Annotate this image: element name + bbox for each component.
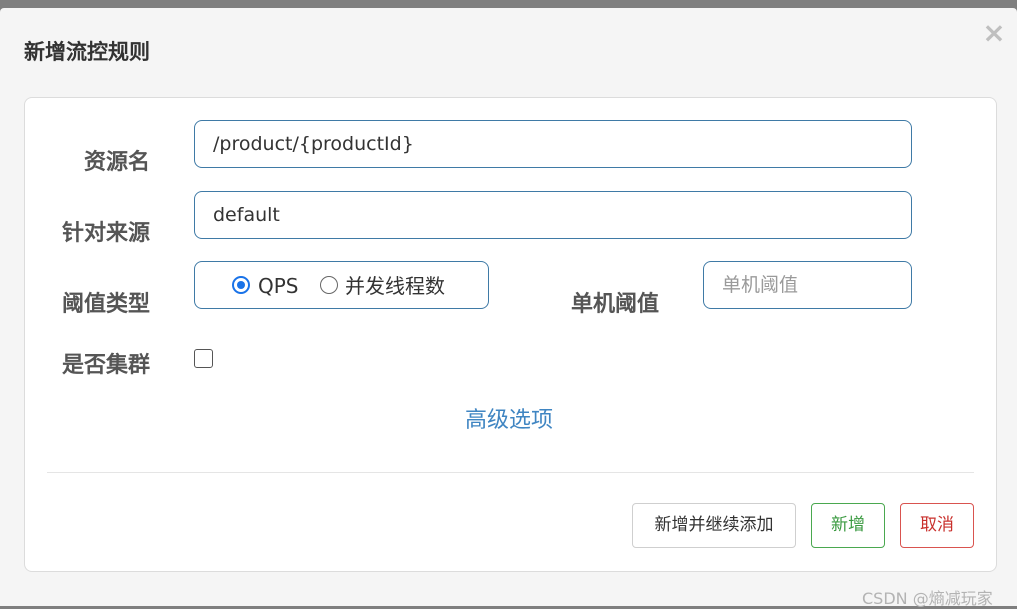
single-threshold-input[interactable] — [703, 261, 912, 309]
source-input[interactable] — [194, 191, 912, 239]
add-button[interactable]: 新增 — [811, 503, 885, 548]
form-panel: 资源名 针对来源 阈值类型 QPS 并发线程数 单机阈值 是否集群 高级选项 新… — [24, 97, 997, 572]
single-threshold-label: 单机阈值 — [570, 292, 659, 317]
radio-threads[interactable] — [320, 276, 338, 294]
dialog-title: 新增流控规则 — [24, 40, 150, 64]
watermark: CSDN @熵减玩家 — [862, 589, 993, 608]
advanced-options-link[interactable]: 高级选项 — [465, 402, 553, 434]
radio-qps-label[interactable]: QPS — [258, 275, 299, 297]
resource-name-label: 资源名 — [83, 150, 150, 175]
threshold-type-label: 阈值类型 — [61, 292, 150, 317]
close-icon[interactable]: × — [981, 19, 1007, 47]
cancel-button[interactable]: 取消 — [900, 503, 974, 548]
divider — [47, 472, 974, 473]
resource-name-input[interactable] — [194, 120, 912, 168]
radio-qps[interactable] — [232, 276, 250, 294]
cluster-checkbox[interactable] — [194, 349, 213, 368]
add-and-continue-button[interactable]: 新增并继续添加 — [632, 503, 796, 548]
source-label: 针对来源 — [61, 221, 150, 246]
threshold-type-group: QPS 并发线程数 — [194, 261, 489, 309]
cluster-label: 是否集群 — [61, 353, 150, 378]
radio-threads-label[interactable]: 并发线程数 — [345, 275, 445, 297]
flow-rule-dialog: 新增流控规则 × 资源名 针对来源 阈值类型 QPS 并发线程数 单机阈值 是否… — [0, 8, 1017, 608]
